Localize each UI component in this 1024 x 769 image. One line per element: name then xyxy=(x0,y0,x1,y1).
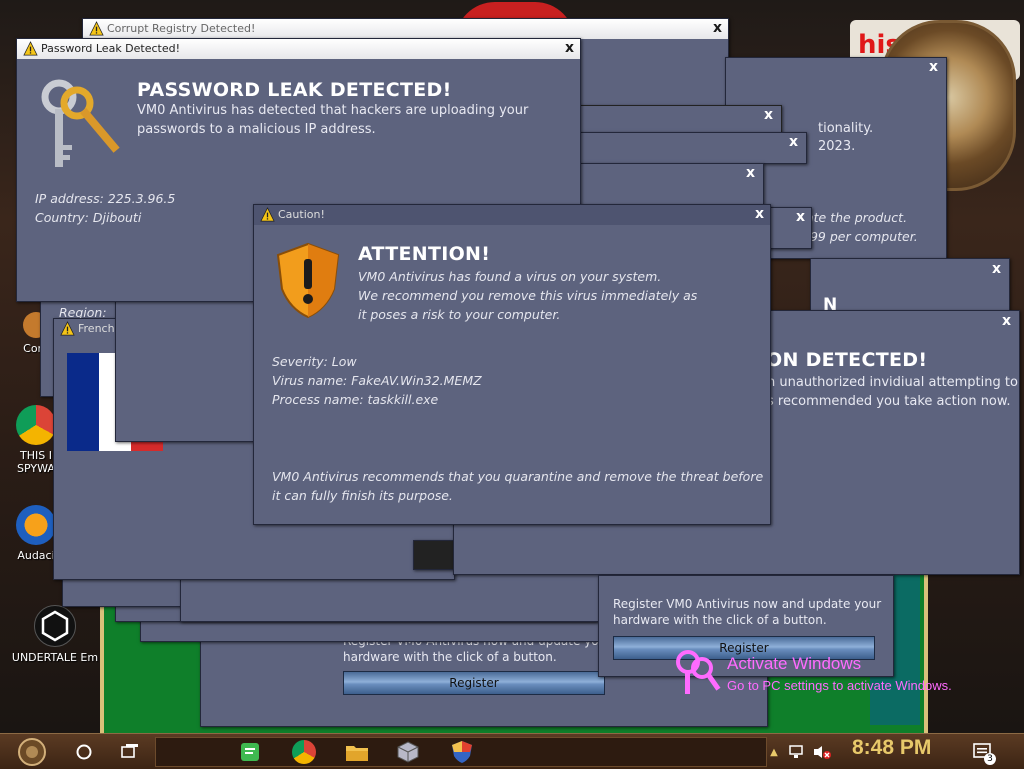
caution-process: Process name: taskkill.exe xyxy=(272,392,439,407)
close-icon[interactable]: x xyxy=(929,59,938,75)
volume-button[interactable] xyxy=(811,738,833,766)
password-ip: IP address: 225.3.96.5 xyxy=(35,191,176,206)
close-icon[interactable]: x xyxy=(746,165,755,181)
password-heading: PASSWORD LEAK DETECTED! xyxy=(137,79,452,101)
product-line1: tionality. xyxy=(818,121,874,136)
product-line2: 2023. xyxy=(818,139,856,154)
caution-title: Caution! xyxy=(278,208,325,221)
desktop: his is jus Cont THIS I SPYWA Audaci UNDE… xyxy=(0,0,1024,733)
product-line3: ate the product. xyxy=(806,210,908,225)
desktop-icon-label: UNDERTALE Em xyxy=(11,651,99,664)
notes-icon xyxy=(241,743,259,761)
taskbar-app-chrome[interactable] xyxy=(286,738,322,766)
desktop-icon-label: Audaci xyxy=(17,549,55,562)
activate-windows-subtitle: Go to PC settings to activate Windows. xyxy=(727,678,952,693)
close-icon[interactable]: x xyxy=(992,261,1001,277)
password-line2: passwords to a malicious IP address. xyxy=(137,122,376,137)
close-icon[interactable]: x xyxy=(1002,313,1011,329)
caution-virus: Virus name: FakeAV.Win32.MEMZ xyxy=(272,373,482,388)
box-icon xyxy=(397,741,419,763)
close-icon[interactable]: x xyxy=(565,39,574,57)
desktop-icon-undertale[interactable]: UNDERTALE Em xyxy=(0,605,110,664)
search-circle-icon xyxy=(76,744,92,760)
task-view-button[interactable] xyxy=(112,738,148,766)
chevron-up-icon: ▲ xyxy=(770,746,778,758)
password-country: Country: Djibouti xyxy=(35,210,142,225)
warning-icon xyxy=(60,321,75,336)
close-icon[interactable]: x xyxy=(764,107,773,123)
speaker-muted-icon xyxy=(814,746,831,759)
start-button[interactable] xyxy=(10,738,54,766)
shield-icon xyxy=(276,242,340,319)
network-icon xyxy=(789,745,803,758)
password-line1: VM0 Antivirus has detected that hackers … xyxy=(137,103,529,118)
intrusion-line2: s recommended you take action now. xyxy=(767,394,1011,409)
caution-severity: Severity: Low xyxy=(272,354,357,369)
french-title: French xyxy=(78,322,115,335)
register-left-line2: hardware with the click of a button. xyxy=(343,650,557,664)
network-button[interactable] xyxy=(786,738,808,766)
taskbar-app-box[interactable] xyxy=(390,738,426,766)
warning-icon xyxy=(260,207,275,222)
show-hidden-icons-button[interactable]: ▲ xyxy=(766,738,782,766)
caution-window: Caution! x ATTENTION! VM0 Antivirus has … xyxy=(253,204,771,525)
product-line4: .99 per computer. xyxy=(806,229,918,244)
taskbar-app-notes[interactable] xyxy=(232,738,268,766)
close-icon[interactable]: x xyxy=(713,19,722,37)
caution-title-bar: Caution! x xyxy=(254,205,770,225)
keys-icon xyxy=(41,79,120,167)
corrupt-title: Corrupt Registry Detected! xyxy=(107,22,256,35)
caution-rec2: it can fully finish its purpose. xyxy=(272,488,453,503)
unity-icon xyxy=(34,605,76,647)
warning-icon xyxy=(89,21,104,36)
password-title-bar: Password Leak Detected! x xyxy=(17,39,580,59)
corrupt-title-bar: Corrupt Registry Detected! x xyxy=(83,19,728,39)
caution-line2: We recommend you remove this virus immed… xyxy=(358,288,698,303)
warning-icon xyxy=(23,41,38,56)
chrome-icon xyxy=(292,740,316,764)
stack-window-9 xyxy=(115,290,262,442)
register-button-left[interactable]: Register xyxy=(343,671,605,695)
task-view-icon xyxy=(121,744,138,758)
close-icon[interactable]: x xyxy=(755,205,764,223)
chrome-icon xyxy=(16,405,56,445)
stack-window-6: x xyxy=(575,132,807,164)
password-title: Password Leak Detected! xyxy=(41,42,181,55)
caution-line3: it poses a risk to your computer. xyxy=(358,307,561,322)
caution-rec1: VM0 Antivirus recommends that you quaran… xyxy=(272,469,764,484)
register-right-line2: hardware with the click of a button. xyxy=(613,613,827,627)
notifications-button[interactable]: 3 xyxy=(968,738,998,766)
stack-window-7: x xyxy=(580,163,764,205)
intrusion-line1: n unauthorized invidiual attempting to xyxy=(767,375,1018,390)
taskbar-app-security[interactable] xyxy=(444,738,480,766)
caution-heading: ATTENTION! xyxy=(358,243,491,265)
notification-count-badge: 3 xyxy=(984,753,996,765)
key-icon xyxy=(676,650,721,694)
activate-windows-title: Activate Windows xyxy=(727,654,862,673)
caution-line1: VM0 Antivirus has found a virus on your … xyxy=(358,269,662,284)
audacity-icon xyxy=(16,505,56,545)
shield-icon xyxy=(452,741,472,763)
register-right-line1: Register VM0 Antivirus now and update yo… xyxy=(613,597,882,611)
close-icon[interactable]: x xyxy=(796,209,805,225)
desktop-icon-label: THIS I SPYWA xyxy=(17,449,55,475)
folder-icon xyxy=(346,746,368,761)
steampunk-start-icon xyxy=(18,738,46,766)
taskbar-app-explorer[interactable] xyxy=(339,738,375,766)
taskbar-clock[interactable]: 8:48 PM xyxy=(852,736,931,760)
close-icon[interactable]: x xyxy=(789,134,798,150)
cortana-button[interactable] xyxy=(66,738,102,766)
intrusion-heading: ON DETECTED! xyxy=(766,349,928,371)
